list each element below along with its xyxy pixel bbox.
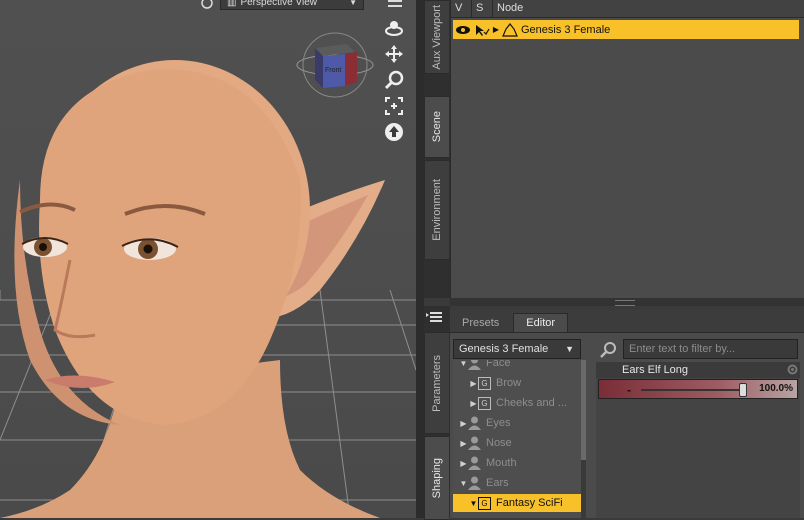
navigation-tools bbox=[380, 18, 408, 142]
tree-item-nose[interactable]: ▶ Nose bbox=[459, 434, 584, 452]
tab-scene-label: Scene bbox=[431, 111, 443, 143]
tab-scene[interactable]: Scene bbox=[424, 96, 449, 158]
tree-item-eyes[interactable]: ▶ Eyes bbox=[459, 414, 584, 432]
zoom-icon[interactable] bbox=[383, 70, 405, 90]
tab-parameters-label: Parameters bbox=[431, 354, 443, 412]
collapsed-arrow-icon[interactable]: ▶ bbox=[469, 379, 478, 388]
chevron-down-icon: ▼ bbox=[349, 0, 357, 7]
person-icon bbox=[468, 476, 481, 490]
group-icon: G bbox=[478, 496, 491, 510]
tree-item-cheeks[interactable]: ▶ G Cheeks and ... bbox=[469, 394, 586, 412]
expanded-arrow-icon[interactable]: ▼ bbox=[459, 360, 468, 368]
tab-environment-label: Environment bbox=[431, 179, 443, 241]
orbit-icon[interactable] bbox=[383, 18, 405, 38]
tab-editor[interactable]: Editor bbox=[513, 313, 569, 332]
viewport-divider[interactable] bbox=[416, 0, 424, 518]
tree-scrollbar-thumb[interactable] bbox=[581, 360, 586, 460]
gear-icon[interactable] bbox=[787, 364, 798, 375]
view-cube-widget[interactable]: Front bbox=[295, 30, 375, 100]
col-visible[interactable]: V bbox=[451, 0, 472, 17]
viewport-toolbar: ▥ Perspective View ▼ bbox=[200, 0, 364, 10]
tab-aux-viewport-label: Aux Viewport bbox=[431, 4, 443, 70]
scene-node-label: Genesis 3 Female bbox=[521, 23, 611, 36]
tree-item-label: Eyes bbox=[486, 417, 511, 429]
tree-item-brow[interactable]: ▶ G Brow bbox=[469, 374, 586, 392]
person-icon bbox=[468, 416, 481, 430]
slider-track[interactable] bbox=[641, 389, 743, 391]
tree-item-mouth[interactable]: ▶ Mouth bbox=[459, 454, 584, 472]
shaping-pane: Presets Editor Genesis 3 Female ▼ ▼ Face… bbox=[450, 310, 804, 518]
search-icon[interactable] bbox=[598, 340, 618, 360]
side-tabs-top: Aux Viewport Scene Environment bbox=[424, 0, 450, 298]
tree-item-label: Nose bbox=[486, 437, 512, 449]
collapsed-arrow-icon[interactable]: ▶ bbox=[459, 439, 468, 448]
camera-icon[interactable] bbox=[200, 0, 214, 9]
eye-icon[interactable] bbox=[453, 25, 473, 35]
tree-item-fantasy-scifi[interactable]: ▼ G Fantasy SciFi bbox=[453, 494, 581, 512]
frame-icon[interactable] bbox=[383, 96, 405, 116]
pane-splitter[interactable] bbox=[450, 298, 804, 306]
tree-item-label: Fantasy SciFi bbox=[496, 497, 563, 509]
tab-presets[interactable]: Presets bbox=[450, 314, 511, 332]
expanded-arrow-icon[interactable]: ▼ bbox=[469, 499, 478, 508]
expanded-arrow-icon[interactable]: ▼ bbox=[459, 479, 468, 488]
group-icon: G bbox=[478, 376, 491, 390]
tree-item-label: Brow bbox=[496, 377, 522, 389]
decrement-icon[interactable]: - bbox=[627, 383, 631, 397]
view-dropdown[interactable]: ▥ Perspective View ▼ bbox=[220, 0, 364, 10]
property-value[interactable]: 100.0% bbox=[759, 383, 793, 394]
col-node[interactable]: Node bbox=[493, 0, 797, 17]
tab-aux-viewport[interactable]: Aux Viewport bbox=[424, 0, 449, 74]
slider-knob[interactable] bbox=[739, 383, 747, 397]
scene-pane: V S Node ▶ Genesis 3 Female bbox=[450, 0, 804, 298]
figure-icon bbox=[501, 22, 519, 37]
group-icon: G bbox=[478, 396, 491, 410]
person-icon bbox=[468, 436, 481, 450]
reset-view-icon[interactable] bbox=[383, 122, 405, 142]
pan-icon[interactable] bbox=[383, 44, 405, 64]
collapsed-arrow-icon[interactable]: ▶ bbox=[459, 459, 468, 468]
person-icon bbox=[468, 360, 481, 370]
col-select[interactable]: S bbox=[472, 0, 493, 17]
3d-viewport[interactable]: ▥ Perspective View ▼ Front bbox=[0, 0, 416, 518]
node-select-dropdown[interactable]: Genesis 3 Female ▼ bbox=[453, 339, 581, 359]
chevron-down-icon: ▼ bbox=[565, 344, 574, 354]
person-icon bbox=[468, 456, 481, 470]
property-list: Ears Elf Long - 100.0% bbox=[596, 362, 800, 518]
viewport-menu-icon[interactable] bbox=[388, 0, 402, 8]
tab-parameters[interactable]: Parameters bbox=[424, 332, 449, 434]
splitter-grip[interactable] bbox=[615, 300, 635, 306]
tab-environment[interactable]: Environment bbox=[424, 160, 449, 260]
scene-header: V S Node bbox=[451, 0, 804, 18]
svg-text:Front: Front bbox=[325, 67, 341, 74]
filter-input[interactable]: Enter text to filter by... bbox=[623, 339, 798, 359]
tree-item-label: Face bbox=[486, 360, 511, 369]
property-label: Ears Elf Long bbox=[596, 362, 800, 378]
property-slider[interactable]: - 100.0% bbox=[598, 379, 798, 399]
view-dropdown-icon: ▥ bbox=[227, 0, 237, 8]
tree-item-face[interactable]: ▼ Face bbox=[459, 360, 584, 372]
scene-node-row[interactable]: ▶ Genesis 3 Female bbox=[453, 20, 799, 39]
collapsed-arrow-icon[interactable]: ▶ bbox=[459, 419, 468, 428]
side-tabs-bottom: Parameters Shaping bbox=[424, 306, 450, 520]
tree-item-label: Ears bbox=[486, 477, 509, 489]
tab-shaping[interactable]: Shaping bbox=[424, 436, 449, 520]
tab-shaping-label: Shaping bbox=[431, 457, 443, 499]
tree-item-label: Mouth bbox=[486, 457, 517, 469]
tree-scrollbar[interactable] bbox=[581, 360, 586, 518]
pane-tabs: Presets Editor bbox=[450, 310, 804, 333]
view-dropdown-label: Perspective View bbox=[240, 0, 317, 8]
tree-item-ears[interactable]: ▼ Ears bbox=[459, 474, 584, 492]
property-group-tree: ▼ Face ▶ G Brow ▶ G Cheeks and ... ▶ Eye… bbox=[453, 360, 586, 518]
expand-arrow-icon[interactable]: ▶ bbox=[491, 25, 501, 34]
pane-menu-icon[interactable] bbox=[426, 310, 446, 324]
selectable-cursor-icon[interactable] bbox=[473, 24, 491, 36]
tree-item-label: Cheeks and ... bbox=[496, 397, 567, 409]
collapsed-arrow-icon[interactable]: ▶ bbox=[469, 399, 478, 408]
node-select-label: Genesis 3 Female bbox=[459, 343, 549, 355]
